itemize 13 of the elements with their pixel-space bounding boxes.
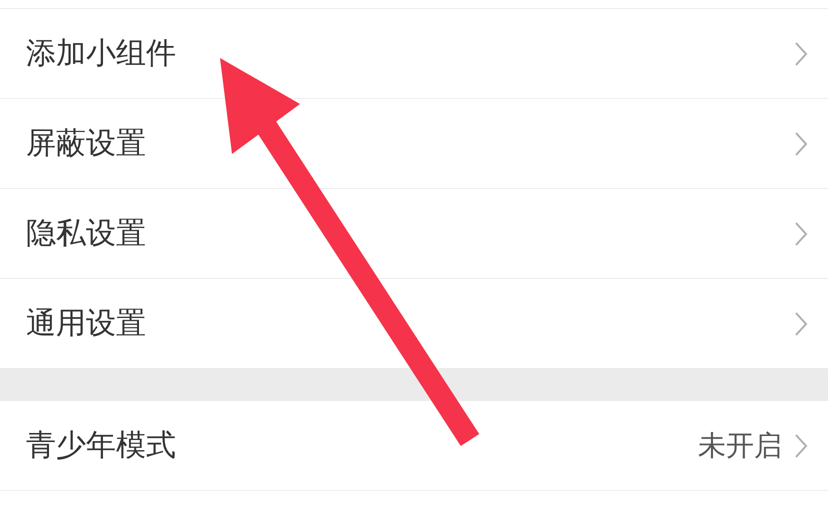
chevron-right-icon	[794, 40, 808, 66]
chevron-right-icon	[794, 310, 808, 336]
chevron-right-icon	[794, 130, 808, 156]
chevron-right-icon	[794, 432, 808, 458]
chevron-right-icon	[794, 220, 808, 246]
row-label: 添加小组件	[26, 35, 177, 73]
row-label: 青少年模式	[26, 427, 177, 465]
row-value: 未开启	[698, 428, 782, 464]
row-label: 屏蔽设置	[26, 125, 147, 163]
settings-row[interactable]: 隐私设置	[0, 189, 828, 279]
settings-row[interactable]: 青少年模式 未开启	[0, 401, 828, 491]
row-label: 隐私设置	[26, 215, 147, 253]
row-label: 通用设置	[26, 305, 147, 343]
